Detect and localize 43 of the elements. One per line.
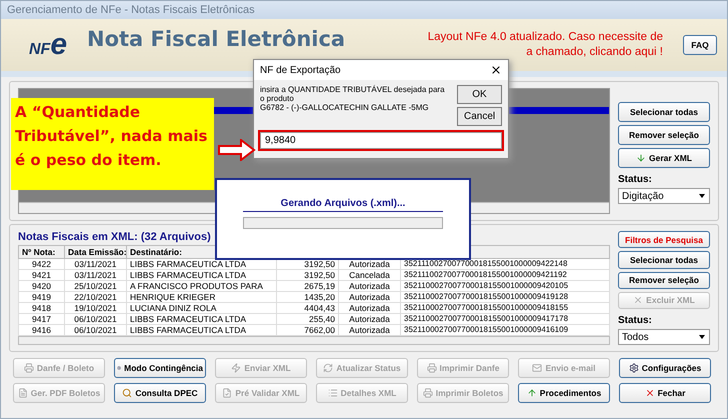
- table-cell: 9417: [18, 314, 64, 324]
- table-cell: Cancelada: [338, 270, 400, 280]
- table-cell: 4404,43: [276, 302, 338, 314]
- annotation-note: A “Quantidade Tributável”, nada mais é o peso do item.: [11, 98, 214, 190]
- table-cell: 9422: [18, 258, 64, 270]
- table-cell: 3521110027007700018155001000009421192: [400, 270, 610, 280]
- table-cell: 2675,19: [276, 280, 338, 292]
- table-cell: Autorizada: [338, 280, 400, 292]
- table-cell: 3521100027007700018155001000009419128: [400, 292, 610, 302]
- table-cell: Autorizada: [338, 302, 400, 314]
- dialog-title: NF de Exportação: [260, 64, 341, 76]
- table-cell: 9421: [18, 270, 64, 280]
- table-cell: Autorizada: [338, 314, 400, 324]
- table-cell: 3192,50: [276, 270, 338, 280]
- table-cell: 255,40: [276, 314, 338, 324]
- table-cell: 25/10/2021: [64, 280, 126, 292]
- table-cell: LIBBS FARMACEUTICA LTDA: [126, 270, 276, 280]
- nfe-logo: NFe: [29, 28, 68, 62]
- status-label: Status:: [618, 174, 653, 185]
- table-cell: 1435,20: [276, 292, 338, 302]
- table-cell: HENRIQUE KRIEGER: [126, 292, 276, 302]
- window-title: Gerenciamento de NFe - Notas Fiscais Eletrônicas: [1, 1, 727, 19]
- table-cell: 3521100027007700018155001000009417178: [400, 314, 610, 324]
- table-cell: 03/11/2021: [64, 258, 126, 270]
- progress-title: Gerando Arquivos (.xml)...: [243, 198, 443, 212]
- table-cell: 9419: [18, 292, 64, 302]
- product-name: G6782 - (-)-GALLOCATECHIN GALLATE -5MG: [260, 103, 430, 112]
- table-cell: 22/10/2021: [64, 292, 126, 302]
- table-cell: LIBBS FARMACEUTICA LTDA: [126, 314, 276, 324]
- table-cell: 06/10/2021: [64, 314, 126, 324]
- table-cell: LUCIANA DINIZ ROLA: [126, 302, 276, 314]
- table-cell: 3521100027007700018155001000009420105: [400, 280, 610, 292]
- table-cell: 19/10/2021: [64, 302, 126, 314]
- status-label: Status:: [618, 315, 653, 326]
- table-cell: 9420: [18, 280, 64, 292]
- table-cell: 9418: [18, 302, 64, 314]
- table-cell: 03/11/2021: [64, 270, 126, 280]
- table-cell: A FRANCISCO PRODUTOS PARA: [126, 280, 276, 292]
- section-title: Notas Fiscais em XML: (32 Arquivos): [18, 231, 212, 243]
- table-cell: Autorizada: [338, 292, 400, 302]
- app-title: Nota Fiscal Eletrônica: [87, 27, 346, 51]
- table-cell: 3521100027007700018155001000009418155: [400, 302, 610, 314]
- dialog-message: insira a QUANTIDADE TRIBUTÁVEL desejada para o produto: [260, 85, 446, 103]
